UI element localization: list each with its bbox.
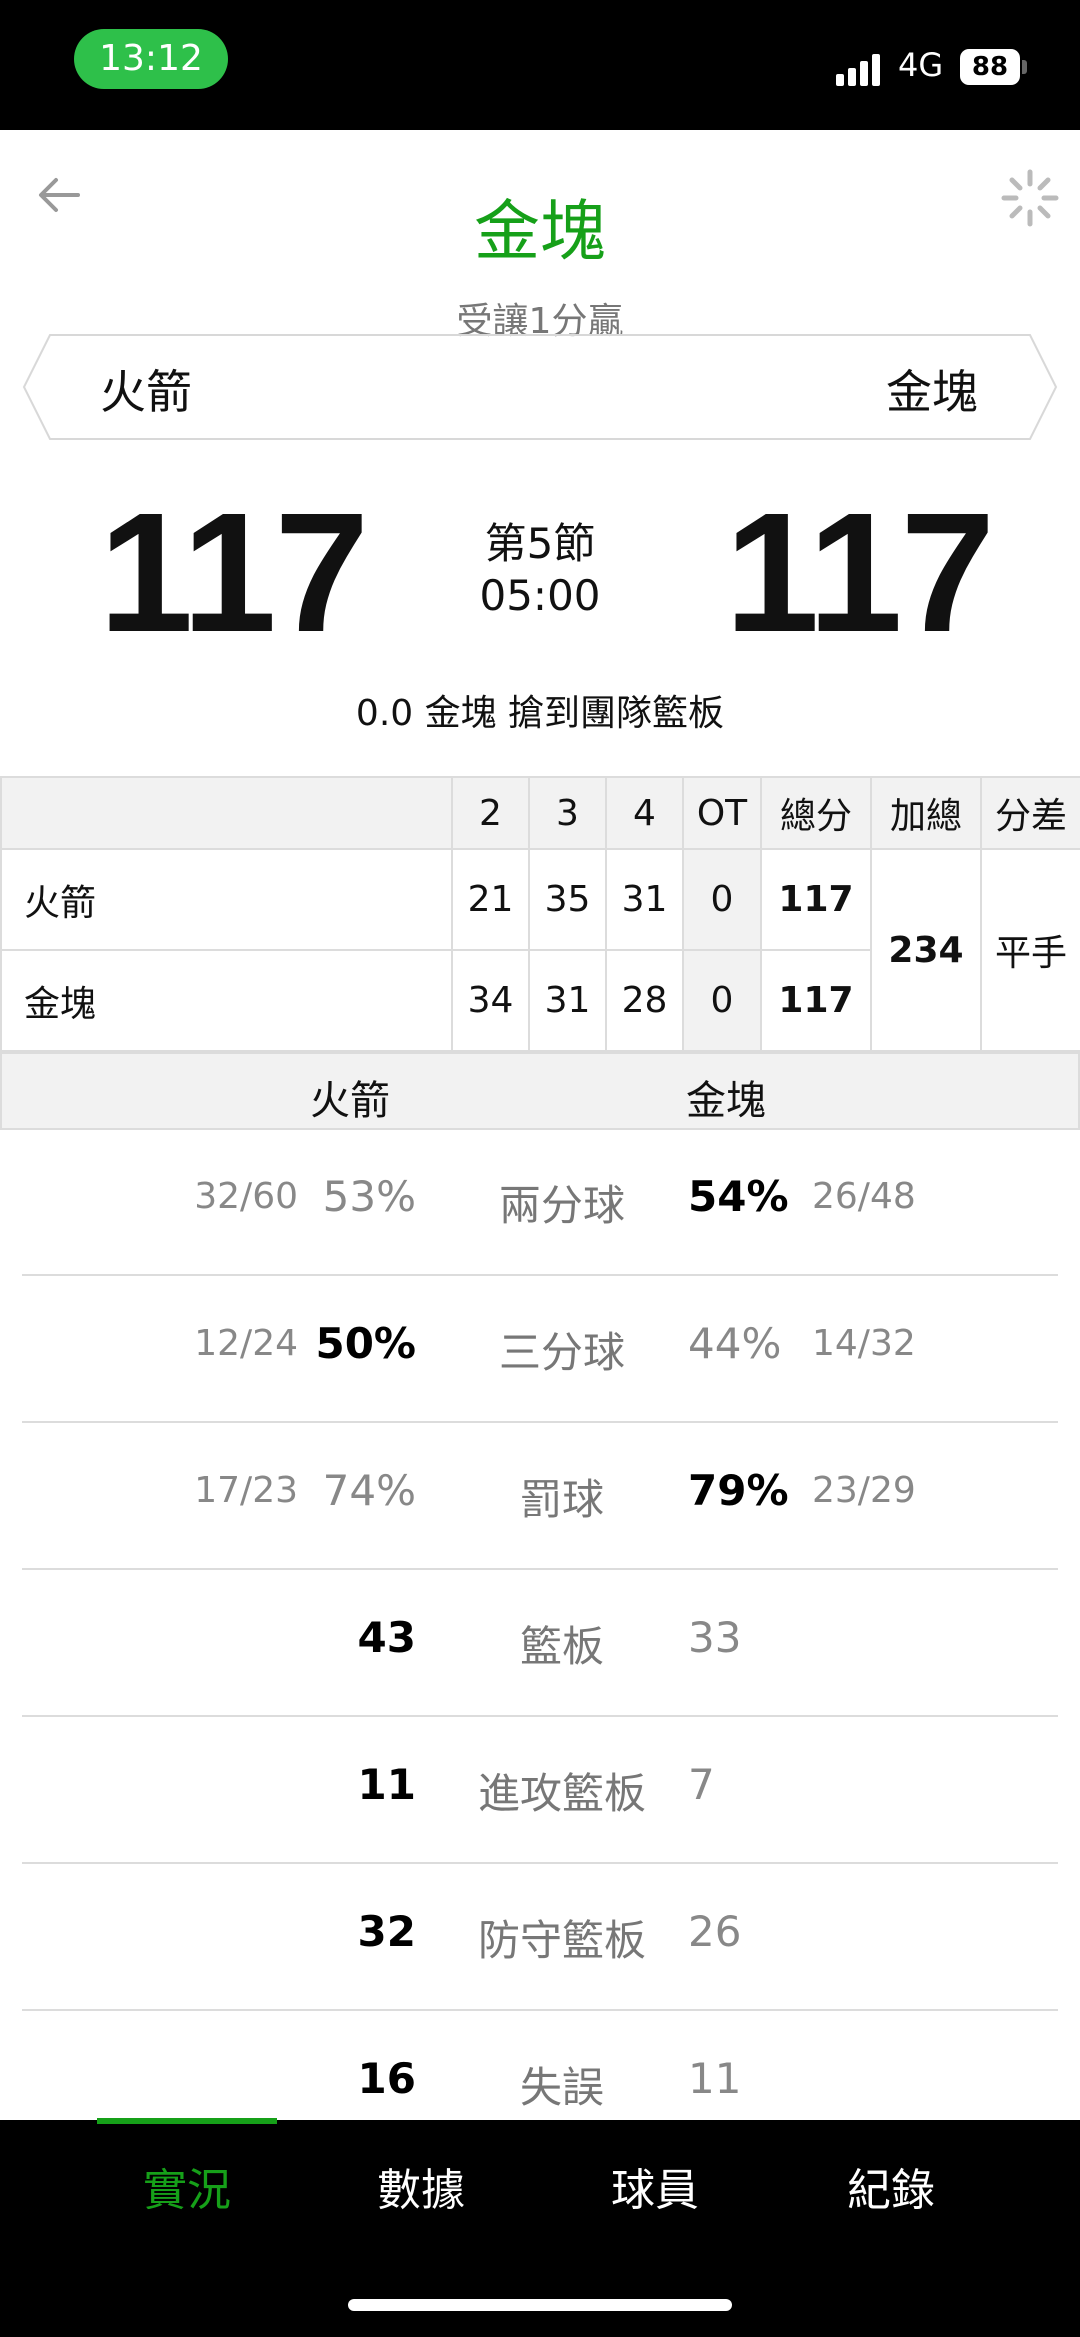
stat-left-value: 53% [322,1172,416,1221]
box-header-total: 總分 [760,776,872,850]
stat-row-three-point: 12/24 50% 三分球 44% 14/32 [22,1275,1058,1423]
stat-right-value: 79% [688,1466,789,1515]
stat-label: 籃板 [519,1622,604,1671]
score-left: 117 [98,478,369,668]
stat-row-free-throw: 17/23 74% 罰球 79% 23/29 [22,1422,1058,1570]
box-cell-total: 117 [760,949,872,1052]
team-right-name[interactable]: 金塊 [886,356,978,422]
box-cell-total: 117 [760,848,872,951]
network-type: 4G [898,46,944,84]
tab-players[interactable]: 球員 [555,2154,755,2218]
box-score-table: 2 3 4 OT 總分 加總 分差 火箭 21 35 31 0 117 234 … [0,776,1080,1052]
battery-icon: 88 [960,49,1020,85]
stat-left-value: 50% [315,1319,416,1368]
stat-left-value: 32 [357,1907,416,1956]
box-cell-q3: 35 [528,848,607,951]
box-combined-total: 234 [870,848,982,1052]
team-left-name[interactable]: 火箭 [100,356,192,422]
status-time: 13:12 [74,29,228,89]
box-header-row: 2 3 4 OT 總分 加總 分差 [0,776,1080,850]
box-header-ot: OT [682,776,762,850]
stat-label: 罰球 [519,1475,604,1524]
box-header-team [0,776,453,850]
tab-stats[interactable]: 數據 [321,2154,521,2218]
box-header-q3: 3 [528,776,607,850]
box-header-q4: 4 [605,776,684,850]
active-tab-indicator [97,2118,277,2124]
stat-right-value: 33 [688,1613,742,1662]
box-header-q2: 2 [451,776,530,850]
period-label: 第5節 [484,519,596,568]
stat-left-value: 11 [357,1760,416,1809]
stat-left-value: 43 [357,1613,416,1662]
box-team-name: 金塊 [0,949,453,1052]
stat-right-value: 11 [688,2054,742,2103]
tab-live[interactable]: 實況 [87,2154,287,2218]
compare-left-team: 火箭 [310,1078,390,1124]
signal-icon [836,52,886,86]
battery-tip [1022,60,1027,74]
box-cell-ot: 0 [682,848,762,951]
compare-header: 火箭 金塊 [0,1052,1080,1130]
box-header-diff: 分差 [980,776,1080,850]
stat-label: 失誤 [519,2063,604,2112]
box-cell-q2: 21 [451,848,530,951]
stat-label: 兩分球 [498,1181,625,1230]
stat-row-rebounds: 43 籃板 33 [22,1569,1058,1717]
box-point-diff: 平手 [980,848,1080,1052]
game-clock: 05:00 [479,571,601,620]
score-right: 117 [724,478,995,668]
stat-right-fraction: 14/32 [812,1323,916,1364]
box-team-name: 火箭 [0,848,453,951]
stat-label: 進攻籃板 [477,1769,646,1818]
stat-left-value: 74% [322,1466,416,1515]
box-cell-q4: 28 [605,949,684,1052]
stat-left-fraction: 32/60 [194,1176,298,1217]
table-row: 火箭 21 35 31 0 117 234 平手 [0,848,1080,1052]
stat-right-fraction: 26/48 [812,1176,916,1217]
stat-left-fraction: 17/23 [194,1470,298,1511]
box-cell-q2: 34 [451,949,530,1052]
stat-label: 三分球 [498,1328,625,1377]
period-info: 第5節 05:00 [440,518,640,622]
status-bar: 13:12 4G 88 [0,0,1080,130]
last-event: 0.0 金塊 搶到團隊籃板 [355,693,725,734]
box-cell-q3: 31 [528,949,607,1052]
stat-right-value: 54% [688,1172,789,1221]
page-title: 金塊 [474,193,606,270]
stat-right-value: 26 [688,1907,742,1956]
stat-right-fraction: 23/29 [812,1470,916,1511]
compare-right-team: 金塊 [686,1078,766,1124]
stat-right-value: 7 [688,1760,715,1809]
stat-row-two-point: 32/60 53% 兩分球 54% 26/48 [22,1128,1058,1276]
stat-row-defensive-rebounds: 32 防守籃板 26 [22,1863,1058,2011]
stat-left-fraction: 12/24 [194,1323,298,1364]
stat-right-value: 44% [688,1319,782,1368]
stat-left-value: 16 [357,2054,416,2103]
tab-records[interactable]: 紀錄 [791,2154,991,2218]
home-indicator[interactable] [348,2299,732,2311]
box-cell-q4: 31 [605,848,684,951]
stat-label: 防守籃板 [477,1916,646,1965]
stat-row-offensive-rebounds: 11 進攻籃板 7 [22,1716,1058,1864]
box-cell-ot: 0 [682,949,762,1052]
box-header-sum: 加總 [870,776,982,850]
